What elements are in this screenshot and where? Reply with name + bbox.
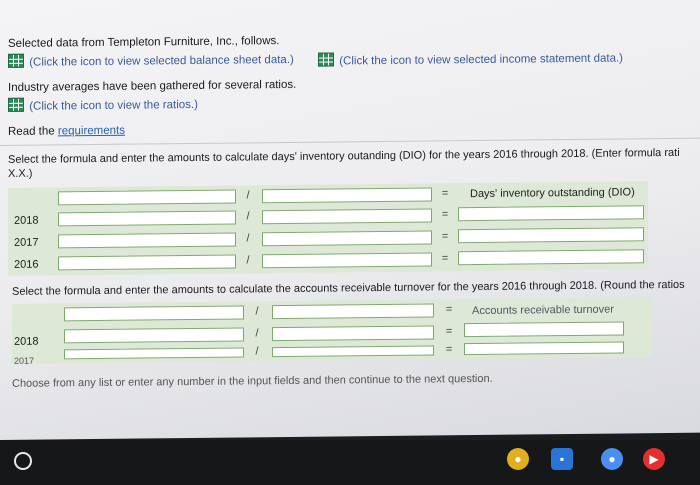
dio-2017-divide: / (246, 232, 250, 245)
dio-2017-denominator-input[interactable] (262, 230, 432, 247)
dio-row-year: 2016 (14, 258, 39, 271)
dio-instruction-cont: X.X.) (8, 167, 33, 180)
dio-row-year: 2017 (14, 236, 39, 249)
balance-sheet-table-icon[interactable] (8, 53, 24, 68)
dio-row-year: 2018 (14, 214, 39, 227)
ratios-table-icon[interactable] (8, 97, 24, 112)
ar-formula-numerator-select[interactable] (64, 305, 244, 322)
industry-averages-text: Industry averages have been gathered for… (8, 78, 297, 94)
income-statement-link[interactable]: (Click the icon to view selected income … (339, 52, 623, 67)
ar-2017-result-input[interactable] (464, 341, 624, 356)
ratios-link[interactable]: (Click the icon to view the ratios.) (29, 99, 198, 113)
ar-row-year: 2017 (14, 355, 35, 366)
read-prefix: Read the (8, 125, 58, 138)
income-data-row: (Click the icon to view selected income … (318, 49, 623, 67)
dio-formula-equals: = (441, 187, 449, 200)
ar-formula-denominator-select[interactable] (272, 303, 434, 320)
income-statement-table-icon[interactable] (318, 52, 334, 67)
youtube-icon[interactable]: ▶ (643, 448, 665, 470)
ar-2017-numerator-input[interactable] (64, 347, 244, 360)
ar-instruction: Select the formula and enter the amounts… (12, 278, 685, 298)
os-shelf: ● ▪ ● ▶ (0, 440, 700, 485)
balance-sheet-link[interactable]: (Click the icon to view selected balance… (29, 54, 294, 69)
divider (0, 137, 700, 146)
dio-formula-divide: / (246, 189, 250, 202)
ar-result-header: Accounts receivable turnover (472, 303, 614, 318)
docs-icon[interactable]: ● (601, 448, 623, 470)
ar-2017-divide: / (255, 345, 259, 358)
files-icon[interactable]: ▪ (551, 448, 573, 470)
dio-2016-equals: = (441, 252, 449, 265)
dio-2017-result-input[interactable] (458, 227, 644, 244)
ar-formula-equals: = (445, 303, 453, 316)
read-requirements-row: Read the requirements (8, 125, 125, 138)
dio-instruction: Select the formula and enter the amounts… (8, 146, 680, 166)
dio-2018-denominator-input[interactable] (262, 208, 432, 225)
dio-2016-result-input[interactable] (458, 249, 644, 266)
dio-result-header: Days' inventory outstanding (DIO) (470, 186, 635, 201)
ar-row-year: 2018 (14, 335, 39, 348)
dio-2018-equals: = (441, 208, 449, 221)
dio-formula-numerator-select[interactable] (58, 189, 236, 206)
selected-data-text: Selected data from Templeton Furniture, … (8, 35, 280, 50)
ar-formula-divide: / (255, 305, 259, 318)
ar-2017-denominator-input[interactable] (272, 345, 434, 358)
ar-2018-divide: / (255, 327, 259, 340)
ratios-row: (Click the icon to view the ratios.) (8, 96, 198, 113)
dio-2016-denominator-input[interactable] (262, 252, 432, 269)
ar-2018-denominator-input[interactable] (272, 325, 434, 342)
dio-2016-divide: / (246, 254, 250, 267)
ar-2018-equals: = (445, 325, 453, 338)
dio-2017-numerator-input[interactable] (58, 232, 236, 249)
browser-page: Selected data from Templeton Furniture, … (0, 0, 700, 441)
launcher-circle-icon[interactable] (14, 452, 32, 470)
dio-2018-result-input[interactable] (458, 205, 644, 222)
ar-2018-result-input[interactable] (464, 321, 624, 338)
dio-2016-numerator-input[interactable] (58, 254, 236, 271)
requirements-link[interactable]: requirements (58, 125, 125, 138)
dio-2018-divide: / (246, 210, 250, 223)
ar-2018-numerator-input[interactable] (64, 327, 244, 344)
data-links-row: (Click the icon to view selected balance… (8, 51, 294, 69)
dio-2018-numerator-input[interactable] (58, 210, 236, 227)
footer-hint: Choose from any list or enter any number… (12, 372, 493, 390)
dio-formula-denominator-select[interactable] (262, 187, 432, 204)
dio-2017-equals: = (441, 230, 449, 243)
chrome-icon[interactable]: ● (507, 448, 529, 470)
ar-2017-equals: = (445, 343, 453, 356)
